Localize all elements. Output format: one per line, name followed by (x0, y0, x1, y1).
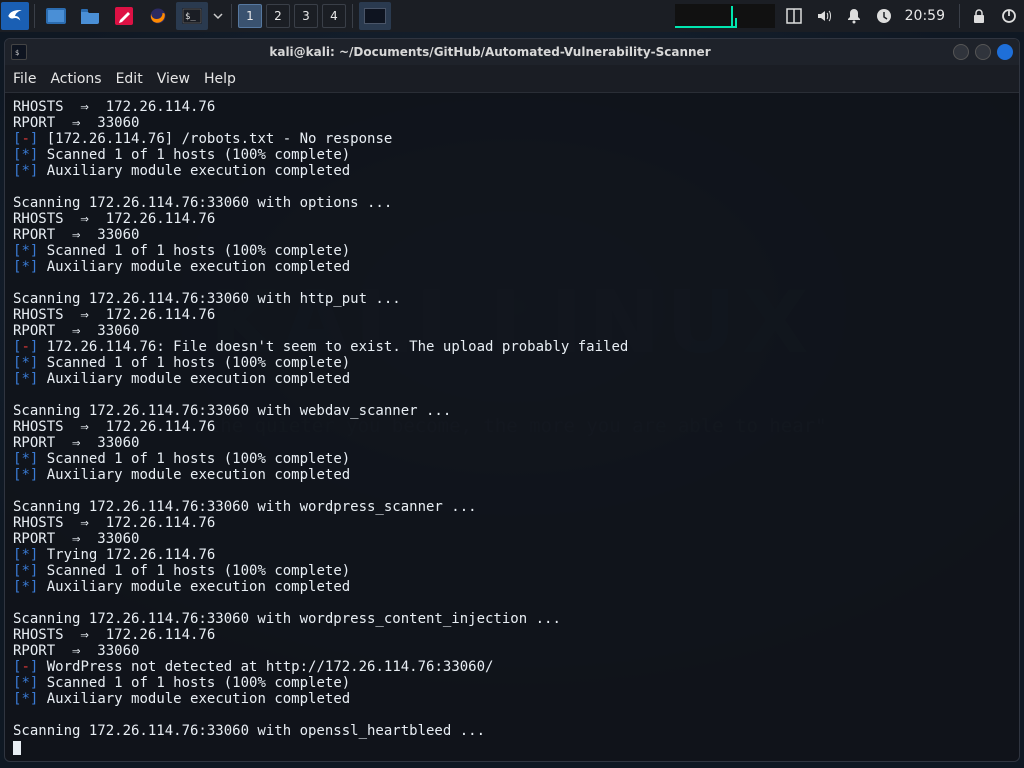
terminal-line: [*] Scanned 1 of 1 hosts (100% complete) (13, 147, 1011, 163)
menu-actions[interactable]: Actions (50, 71, 101, 87)
terminal-line: RPORT ⇒ 33060 (13, 435, 1011, 451)
workspace-switcher: 1234 (236, 4, 348, 28)
terminal-line: [*] Auxiliary module execution completed (13, 163, 1011, 179)
terminal-menubar: File Actions Edit View Help (5, 65, 1019, 93)
taskbar: $_ 1234 20:59 (0, 0, 1024, 32)
terminal-line: RHOSTS ⇒ 172.26.114.76 (13, 307, 1011, 323)
kali-menu-button[interactable] (1, 2, 29, 30)
cpu-graph[interactable] (675, 4, 775, 28)
menu-file[interactable]: File (13, 71, 36, 87)
terminal-line: Scanning 172.26.114.76:33060 with http_p… (13, 291, 1011, 307)
editor-icon[interactable] (108, 2, 140, 30)
terminal-line (13, 275, 1011, 291)
terminal-line: RPORT ⇒ 33060 (13, 643, 1011, 659)
workspace-2[interactable]: 2 (266, 4, 290, 28)
notifications-icon[interactable] (840, 2, 868, 30)
terminal-line (13, 387, 1011, 403)
volume-icon[interactable] (810, 2, 838, 30)
minimize-button[interactable] (953, 44, 969, 60)
tiling-icon[interactable] (780, 2, 808, 30)
terminal-line (13, 595, 1011, 611)
window-titlebar[interactable]: $ kali@kali: ~/Documents/GitHub/Automate… (5, 39, 1019, 65)
terminal-line: [*] Auxiliary module execution completed (13, 467, 1011, 483)
window-title: kali@kali: ~/Documents/GitHub/Automated-… (33, 45, 947, 59)
terminal-dropdown-icon[interactable] (210, 2, 226, 30)
window-icon: $ (11, 44, 27, 60)
terminal-line: [*] Scanned 1 of 1 hosts (100% complete) (13, 355, 1011, 371)
terminal-line: Scanning 172.26.114.76:33060 with wordpr… (13, 499, 1011, 515)
terminal-line (13, 179, 1011, 195)
terminal-line: RPORT ⇒ 33060 (13, 323, 1011, 339)
terminal-line: [*] Auxiliary module execution completed (13, 259, 1011, 275)
terminal-line: RHOSTS ⇒ 172.26.114.76 (13, 211, 1011, 227)
power-icon[interactable] (995, 2, 1023, 30)
terminal-line: [*] Trying 172.26.114.76 (13, 547, 1011, 563)
terminal-line: RPORT ⇒ 33060 (13, 227, 1011, 243)
terminal-line: [*] Scanned 1 of 1 hosts (100% complete) (13, 243, 1011, 259)
terminal-line: [*] Auxiliary module execution completed (13, 691, 1011, 707)
workspace-3[interactable]: 3 (294, 4, 318, 28)
svg-text:$_: $_ (185, 12, 196, 22)
terminal-line: RHOSTS ⇒ 172.26.114.76 (13, 99, 1011, 115)
terminal-window: $ kali@kali: ~/Documents/GitHub/Automate… (4, 38, 1020, 762)
taskbar-window-thumbnail[interactable] (359, 2, 391, 30)
terminal-line: Scanning 172.26.114.76:33060 with wordpr… (13, 611, 1011, 627)
terminal-line: RPORT ⇒ 33060 (13, 115, 1011, 131)
terminal-line: [-] 172.26.114.76: File doesn't seem to … (13, 339, 1011, 355)
terminal-line: [-] [172.26.114.76] /robots.txt - No res… (13, 131, 1011, 147)
terminal-line: [-] WordPress not detected at http://172… (13, 659, 1011, 675)
desktop-pager-icon[interactable] (40, 2, 72, 30)
terminal-line: RHOSTS ⇒ 172.26.114.76 (13, 419, 1011, 435)
terminal-line: RHOSTS ⇒ 172.26.114.76 (13, 627, 1011, 643)
terminal-line: [*] Auxiliary module execution completed (13, 371, 1011, 387)
terminal-body[interactable]: RHOSTS ⇒ 172.26.114.76RPORT ⇒ 33060[-] [… (5, 93, 1019, 761)
menu-edit[interactable]: Edit (116, 71, 143, 87)
terminal-line: Scanning 172.26.114.76:33060 with option… (13, 195, 1011, 211)
terminal-line: [*] Scanned 1 of 1 hosts (100% complete) (13, 675, 1011, 691)
close-button[interactable] (997, 44, 1013, 60)
terminal-icon[interactable]: $_ (176, 2, 208, 30)
workspace-1[interactable]: 1 (238, 4, 262, 28)
cursor-icon (13, 741, 21, 755)
terminal-line: [*] Scanned 1 of 1 hosts (100% complete) (13, 451, 1011, 467)
menu-help[interactable]: Help (204, 71, 236, 87)
workspace-4[interactable]: 4 (322, 4, 346, 28)
firefox-icon[interactable] (142, 2, 174, 30)
terminal-line: Scanning 172.26.114.76:33060 with openss… (13, 723, 1011, 739)
terminal-line: [*] Auxiliary module execution completed (13, 579, 1011, 595)
terminal-line: RHOSTS ⇒ 172.26.114.76 (13, 515, 1011, 531)
terminal-line: RPORT ⇒ 33060 (13, 531, 1011, 547)
terminal-line: [*] Scanned 1 of 1 hosts (100% complete) (13, 563, 1011, 579)
terminal-cursor-line (13, 739, 1011, 755)
updates-icon[interactable] (870, 2, 898, 30)
terminal-line: Scanning 172.26.114.76:33060 with webdav… (13, 403, 1011, 419)
lock-icon[interactable] (965, 2, 993, 30)
clock[interactable]: 20:59 (905, 8, 945, 24)
terminal-line (13, 707, 1011, 723)
svg-text:$: $ (15, 49, 19, 57)
terminal-line (13, 483, 1011, 499)
file-manager-icon[interactable] (74, 2, 106, 30)
menu-view[interactable]: View (157, 71, 190, 87)
maximize-button[interactable] (975, 44, 991, 60)
